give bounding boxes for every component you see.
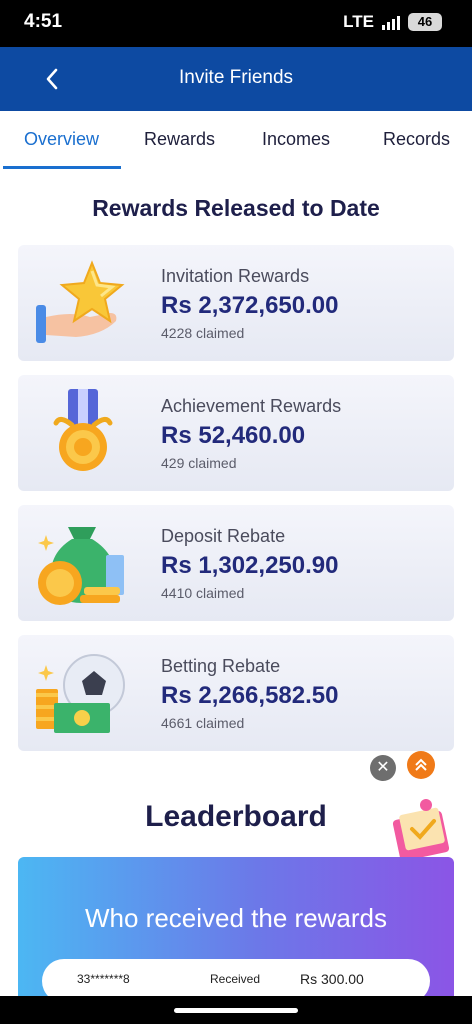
card-amount: Rs 52,460.00	[161, 422, 306, 449]
tab-overview[interactable]: Overview	[24, 129, 99, 150]
card-claimed-count: 4410 claimed	[161, 585, 245, 601]
gift-box-icon[interactable]	[388, 795, 458, 863]
home-indicator[interactable]	[174, 1008, 298, 1013]
rewards-banner: Who received the rewards 33*******8 Rece…	[18, 857, 454, 997]
tab-records[interactable]: Records	[383, 129, 450, 150]
status-time: 4:51	[24, 11, 63, 32]
network-type: LTE	[343, 12, 374, 31]
soccer-money-icon	[36, 654, 125, 733]
signal-icon	[382, 14, 400, 30]
rewards-section-title: Rewards Released to Date	[92, 195, 380, 221]
app-header: Invite Friends	[0, 47, 472, 111]
active-tab-indicator	[3, 166, 121, 169]
reward-card-betting[interactable]: Betting Rebate Rs 2,266,582.50 4661 clai…	[18, 635, 454, 751]
status-indicators: LTE 46	[343, 12, 442, 32]
tab-rewards[interactable]: Rewards	[144, 129, 215, 150]
close-icon[interactable]: ✕	[370, 755, 396, 781]
reward-card-achievement[interactable]: Achievement Rewards Rs 52,460.00 429 cla…	[18, 375, 454, 491]
reward-card-invitation[interactable]: Invitation Rewards Rs 2,372,650.00 4228 …	[18, 245, 454, 361]
money-bag-icon	[38, 527, 124, 605]
card-title: Deposit Rebate	[161, 526, 286, 546]
leaderboard-row: 33*******8 Received Rs 300.00	[42, 959, 430, 997]
medal-icon	[53, 389, 113, 471]
home-indicator-bar	[0, 996, 472, 1024]
card-claimed-count: 4228 claimed	[161, 325, 245, 341]
row-user: 33*******8	[77, 972, 130, 986]
card-title: Invitation Rewards	[161, 266, 310, 286]
battery-icon: 46	[408, 13, 442, 31]
tab-incomes[interactable]: Incomes	[262, 129, 330, 150]
banner-title: Who received the rewards	[84, 903, 388, 933]
row-amount: Rs 300.00	[300, 971, 364, 987]
card-title: Achievement Rewards	[161, 396, 342, 416]
reward-card-deposit[interactable]: Deposit Rebate Rs 1,302,250.90 4410 clai…	[18, 505, 454, 621]
scroll-top-button[interactable]	[407, 751, 435, 779]
double-chevron-up-icon	[415, 758, 427, 771]
card-title: Betting Rebate	[161, 656, 281, 676]
row-label: Received	[210, 972, 261, 986]
page-title: Invite Friends	[178, 67, 294, 88]
tab-bar: Overview Rewards Incomes Records	[0, 111, 472, 169]
card-claimed-count: 429 claimed	[161, 455, 237, 471]
star-hand-icon	[36, 260, 125, 343]
card-amount: Rs 1,302,250.90	[161, 552, 339, 579]
card-amount: Rs 2,266,582.50	[161, 682, 339, 709]
card-amount: Rs 2,372,650.00	[161, 292, 339, 319]
status-bar: 4:51 LTE 46	[0, 0, 472, 47]
card-claimed-count: 4661 claimed	[161, 715, 245, 731]
